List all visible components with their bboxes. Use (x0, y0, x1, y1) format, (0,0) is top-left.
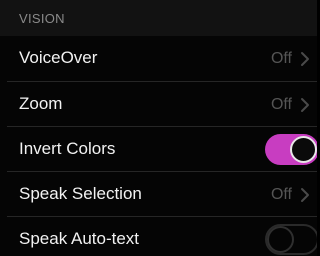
row-zoom[interactable]: Zoom Off (7, 81, 317, 126)
row-label-zoom: Zoom (19, 94, 63, 113)
row-speak-selection[interactable]: Speak Selection Off (7, 171, 317, 216)
row-label-speak-selection: Speak Selection (19, 184, 142, 203)
row-speak-auto-text: Speak Auto-text (7, 216, 317, 256)
chevron-right-icon (301, 52, 309, 66)
row-voiceover[interactable]: VoiceOver Off (7, 36, 317, 81)
row-value-voiceover: Off (270, 50, 292, 67)
section-header-vision: VISION (0, 0, 317, 36)
chevron-right-icon (301, 98, 309, 112)
speak-auto-text-toggle[interactable] (265, 224, 317, 255)
settings-list: VoiceOver Off Zoom Off Invert Colors Spe… (0, 36, 317, 256)
toggle-knob (267, 226, 294, 253)
row-invert-colors: Invert Colors (7, 126, 317, 171)
accessibility-settings-screen: VISION VoiceOver Off Zoom Off Invert Col… (0, 0, 317, 256)
invert-colors-toggle[interactable] (265, 134, 317, 165)
row-label-voiceover: VoiceOver (19, 48, 98, 67)
row-value-zoom: Off (270, 96, 292, 113)
row-label-speak-auto-text: Speak Auto-text (19, 229, 140, 248)
toggle-knob (290, 136, 317, 163)
row-label-invert-colors: Invert Colors (19, 139, 116, 158)
row-value-speak-selection: Off (270, 186, 292, 203)
chevron-right-icon (301, 188, 309, 202)
section-title: VISION (19, 11, 65, 26)
